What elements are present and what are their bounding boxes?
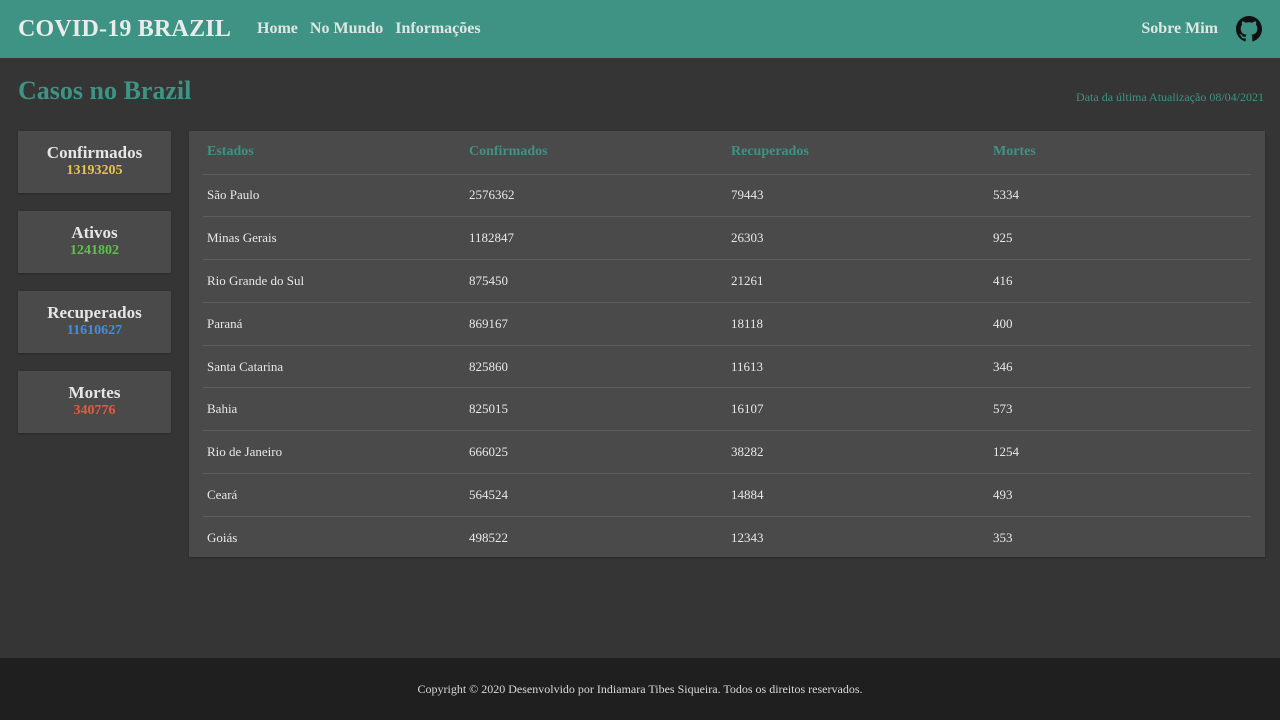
card-ativos: Ativos 1241802 — [18, 211, 171, 273]
card-title: Recuperados — [47, 303, 142, 322]
cell-recuperados: 11613 — [727, 345, 989, 389]
cell-mortes: 925 — [989, 216, 1251, 261]
cell-mortes: 493 — [989, 473, 1251, 517]
nav-right: Sobre Mim — [1141, 16, 1262, 42]
card-title: Mortes — [68, 383, 121, 402]
cell-recuperados: 38282 — [727, 430, 989, 475]
footer: Copyright © 2020 Desenvolvido por Indiam… — [0, 658, 1280, 720]
cell-recuperados: 26303 — [727, 216, 989, 261]
card-title: Confirmados — [46, 143, 143, 162]
table-row: Bahia 825015 16107 573 — [203, 387, 1251, 432]
cell-estado: Rio de Janeiro — [203, 430, 465, 475]
cell-estado: Paraná — [203, 302, 465, 346]
card-title: Ativos — [71, 223, 118, 242]
summary-cards: Confirmados 13193205 Ativos 1241802 Recu… — [18, 131, 171, 451]
cell-recuperados: 12343 — [731, 530, 764, 546]
table-row: Santa Catarina 825860 11613 346 — [203, 345, 1251, 389]
card-mortes: Mortes 340776 — [18, 371, 171, 433]
cell-mortes: 416 — [989, 259, 1251, 303]
header-mortes[interactable]: Mortes — [989, 131, 1251, 175]
card-confirmados: Confirmados 13193205 — [18, 131, 171, 193]
nav-link-no-mundo[interactable]: No Mundo — [310, 20, 383, 38]
header-confirmados[interactable]: Confirmados — [465, 131, 727, 175]
table-row: Ceará 564524 14884 493 — [203, 473, 1251, 517]
cell-mortes: 353 — [993, 530, 1013, 546]
card-value: 340776 — [73, 403, 116, 418]
cell-mortes: 400 — [989, 302, 1251, 346]
card-value: 1241802 — [70, 243, 119, 258]
cell-estado: São Paulo — [203, 174, 465, 218]
cell-confirmados: 825015 — [465, 387, 727, 432]
cell-recuperados: 16107 — [727, 387, 989, 432]
nav-link-informacoes[interactable]: Informações — [395, 20, 480, 38]
card-value: 11610627 — [66, 323, 123, 338]
cell-recuperados: 79443 — [727, 174, 989, 218]
table-row: Rio Grande do Sul 875450 21261 416 — [203, 259, 1251, 303]
cell-mortes: 1254 — [989, 430, 1251, 475]
last-update-note: Data da última Atualização 08/04/2021 — [1076, 90, 1264, 104]
copyright-text: Copyright © 2020 Desenvolvido por Indiam… — [417, 682, 863, 696]
cell-recuperados: 14884 — [727, 473, 989, 517]
cell-confirmados: 564524 — [465, 473, 727, 517]
card-recuperados: Recuperados 11610627 — [18, 291, 171, 353]
nav-link-home[interactable]: Home — [257, 20, 298, 38]
cell-estado: Rio Grande do Sul — [203, 259, 465, 303]
brand-logo[interactable]: COVID-19 BRAZIL — [18, 16, 231, 43]
table-row: Minas Gerais 1182847 26303 925 — [203, 216, 1251, 261]
table-row: Goiás 498522 12343 353 — [203, 516, 1251, 559]
header-recuperados[interactable]: Recuperados — [727, 131, 989, 175]
table-row: São Paulo 2576362 79443 5334 — [203, 174, 1251, 218]
cell-confirmados: 2576362 — [465, 174, 727, 218]
cell-estado: Santa Catarina — [203, 345, 465, 389]
cell-recuperados: 21261 — [727, 259, 989, 303]
cell-confirmados: 825860 — [465, 345, 727, 389]
states-table-panel: Estados Confirmados Recuperados Mortes S… — [189, 131, 1265, 557]
cell-confirmados: 875450 — [465, 259, 727, 303]
table-header-row: Estados Confirmados Recuperados Mortes — [203, 131, 1251, 175]
cell-mortes: 346 — [989, 345, 1251, 389]
nav-link-sobre-mim[interactable]: Sobre Mim — [1141, 20, 1218, 38]
cell-mortes: 573 — [989, 387, 1251, 432]
top-navbar: COVID-19 BRAZIL Home No Mundo Informaçõe… — [0, 0, 1280, 58]
cell-estado: Goiás — [207, 530, 238, 546]
table-row: Paraná 869167 18118 400 — [203, 302, 1251, 346]
cell-confirmados: 666025 — [465, 430, 727, 475]
states-table: Estados Confirmados Recuperados Mortes S… — [203, 131, 1251, 559]
card-value: 13193205 — [66, 163, 123, 178]
cell-estado: Ceará — [203, 473, 465, 517]
github-icon[interactable] — [1236, 16, 1262, 42]
cell-confirmados: 869167 — [465, 302, 727, 346]
cell-confirmados: 498522 — [469, 530, 508, 546]
page-title: Casos no Brazil — [18, 76, 192, 105]
cell-estado: Minas Gerais — [203, 216, 465, 261]
header-estados[interactable]: Estados — [203, 131, 465, 175]
table-row: Rio de Janeiro 666025 38282 1254 — [203, 430, 1251, 475]
cell-recuperados: 18118 — [727, 302, 989, 346]
cell-mortes: 5334 — [989, 174, 1251, 218]
cell-confirmados: 1182847 — [465, 216, 727, 261]
nav-links: Home No Mundo Informações — [257, 20, 481, 38]
cell-estado: Bahia — [203, 387, 465, 432]
